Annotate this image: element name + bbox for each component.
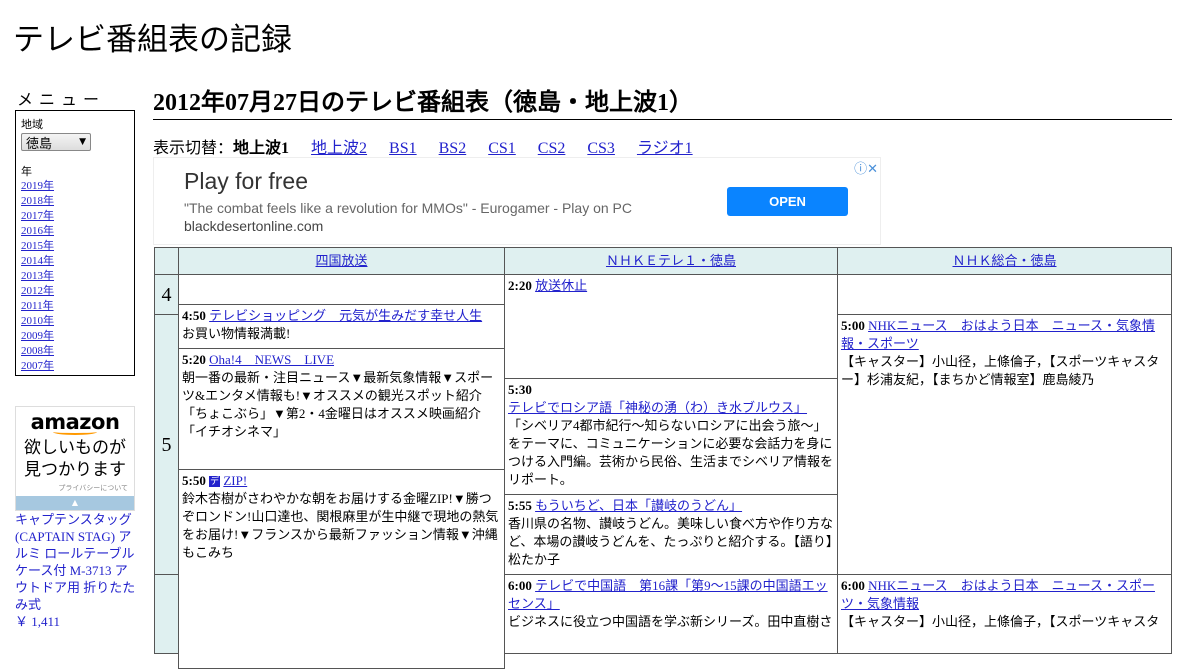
year-link[interactable]: 2016年 — [21, 224, 129, 239]
year-link[interactable]: 2019年 — [21, 179, 129, 194]
program-description: お買い物情報満載! — [182, 326, 291, 341]
channel-header: 四国放送 — [178, 247, 505, 275]
year-link[interactable]: 2014年 — [21, 254, 129, 269]
ad-url[interactable]: blackdesertonline.com — [184, 218, 323, 234]
program-description: 【キャスター】小山径，上條倫子，【スポーツキャスタ — [841, 614, 1160, 629]
year-list: 2019年 2018年 2017年 2016年 2015年 2014年 2013年 2012年… — [21, 179, 129, 374]
channel-link[interactable]: ＮＨＫＥテレ１・徳島 — [606, 253, 736, 268]
corner-cell — [154, 247, 179, 275]
product-price: ￥ 1,411 — [15, 614, 61, 629]
program-time: 5:20 — [182, 352, 206, 367]
switch-link[interactable]: CS3 — [587, 140, 615, 157]
year-link[interactable]: 2013年 — [21, 269, 129, 284]
program-description: 「シベリア4都市紀行～知らないロシアに出会う旅～」をテーマに、コミュニケーション… — [508, 418, 834, 487]
year-link[interactable]: 2009年 — [21, 329, 129, 344]
amazon-catch-1: 欲しいものが — [24, 438, 126, 458]
program-title-link[interactable]: テレビで中国語 第16課「第9～15課の中国語エッセンス」 — [508, 578, 828, 611]
switch-link[interactable]: CS2 — [538, 140, 566, 157]
program-cell: 5:30 テレビでロシア語「神秘の湧（わ）き水ブルウス」「シベリア4都市紀行～知… — [504, 378, 838, 495]
program-time: 2:20 — [508, 278, 532, 293]
ad-headline[interactable]: Play for free — [184, 168, 308, 195]
switch-link[interactable]: CS1 — [488, 140, 516, 157]
amazon-collapse-icon[interactable]: ▲ — [16, 496, 134, 510]
data-broadcast-icon: デ — [209, 476, 221, 487]
switch-link[interactable]: BS2 — [439, 140, 467, 157]
program-title-link[interactable]: NHKニュース おはよう日本 ニュース・スポーツ・気象情報 — [841, 578, 1155, 611]
switch-link[interactable]: BS1 — [389, 140, 417, 157]
channel-header: ＮＨＫＥテレ１・徳島 — [504, 247, 838, 275]
program-time: 5:00 — [841, 318, 865, 333]
program-cell: 5:55 もういちど、日本「讃岐のうどん」香川県の名物、讃岐うどん。美味しい食べ… — [504, 494, 838, 575]
program-cell: 5:20 Oha!4 NEWS LIVE 朝一番の最新・注目ニュース▼最新気象情報… — [178, 348, 505, 470]
menu-box: 地域 徳島 ▼ 年 2019年 2018年 2017年 2016年 2015年 2014年 2… — [15, 110, 135, 376]
empty-slot — [837, 274, 1172, 315]
program-title-link[interactable]: NHKニュース おはよう日本 ニュース・気象情報・スポーツ — [841, 318, 1155, 351]
amazon-catch-2: 見つかります — [24, 460, 126, 480]
switch-link[interactable]: ラジオ1 — [637, 140, 693, 157]
program-cell: 6:00 テレビで中国語 第16課「第9～15課の中国語エッセンス」ビジネスに役… — [504, 574, 838, 654]
hour-cell: 5 — [154, 314, 179, 575]
program-cell: 6:00 NHKニュース おはよう日本 ニュース・スポーツ・気象情報【キャスター… — [837, 574, 1172, 654]
program-time: 6:00 — [841, 578, 865, 593]
site-title: テレビ番組表の記録 — [13, 22, 292, 58]
display-ad[interactable]: Play for free "The combat feels like a r… — [153, 157, 881, 245]
amazon-logo: amazon — [30, 410, 120, 434]
hour-cell — [154, 574, 179, 654]
channel-link[interactable]: 四国放送 — [315, 253, 367, 268]
program-cell: 4:50 テレビショッピング 元気が生みだす幸せ人生お買い物情報満載! — [178, 304, 505, 349]
program-time: 5:50 — [182, 473, 206, 488]
year-link[interactable]: 2012年 — [21, 284, 129, 299]
program-description: ビジネスに役立つ中国語を学ぶ新シリーズ。田中直樹さ — [508, 614, 833, 629]
channel-link[interactable]: ＮＨＫ総合・徳島 — [952, 253, 1056, 268]
program-title-link[interactable]: もういちど、日本「讃岐のうどん」 — [535, 498, 742, 513]
empty-slot — [178, 274, 505, 305]
program-title-link[interactable]: テレビショッピング 元気が生みだす幸せ人生 — [209, 308, 482, 323]
hour-cell: 4 — [154, 274, 179, 315]
year-link[interactable]: 2017年 — [21, 209, 129, 224]
year-link[interactable]: 2018年 — [21, 194, 129, 209]
program-time: 5:30 — [508, 382, 532, 397]
year-link[interactable]: 2007年 — [21, 359, 129, 374]
program-time: 6:00 — [508, 578, 532, 593]
switcher-current: 地上波1 — [233, 140, 290, 157]
amazon-product[interactable]: キャプテンスタッグ(CAPTAIN STAG) アルミ ロールテーブル ケース付… — [15, 511, 137, 630]
program-description: 【キャスター】小山径，上條倫子，【スポーツキャスター】杉浦友紀，【まちかど情報室… — [841, 354, 1160, 387]
switch-link[interactable]: 地上波2 — [311, 140, 367, 157]
amazon-ad[interactable]: amazon 欲しいものが 見つかります プライバシーについて ▲ — [15, 406, 135, 511]
program-title-link[interactable]: Oha!4 NEWS LIVE — [209, 352, 334, 367]
menu-label: メニュー — [17, 90, 106, 109]
year-link[interactable]: 2008年 — [21, 344, 129, 359]
program-title-link[interactable]: 放送休止 — [535, 278, 587, 293]
program-description: 朝一番の最新・注目ニュース▼最新気象情報▼スポーツ&エンタメ情報も!▼オススメの… — [182, 370, 494, 439]
ad-description: "The combat feels like a revolution for … — [184, 200, 632, 216]
program-description: 香川県の名物、讃岐うどん。美味しい食べ方や作り方など、本場の讃岐うどんを、たっぷ… — [508, 516, 834, 567]
channel-header: ＮＨＫ総合・徳島 — [837, 247, 1172, 275]
program-cell: 2:20 放送休止 — [504, 274, 838, 379]
year-link[interactable]: 2010年 — [21, 314, 129, 329]
amazon-privacy-link[interactable]: プライバシーについて — [16, 483, 134, 493]
dropdown-arrow-icon: ▼ — [79, 137, 86, 147]
region-select[interactable]: 徳島 ▼ — [21, 133, 91, 152]
product-name[interactable]: キャプテンスタッグ(CAPTAIN STAG) アルミ ロールテーブル ケース付… — [15, 511, 137, 613]
channel-switcher: 表示切替：地上波1 地上波2 BS1 BS2 CS1 CS2 CS3 ラジオ1 — [153, 134, 715, 158]
year-link[interactable]: 2015年 — [21, 239, 129, 254]
program-description: 鈴木杏樹がさわやかな朝をお届けする金曜ZIP!▼勝つぞロンドン!山口達也、関根麻… — [182, 491, 499, 560]
region-value: 徳島 — [26, 136, 53, 152]
program-cell: 5:50 デ ZIP! 鈴木杏樹がさわやかな朝をお届けする金曜ZIP!▼勝つぞロン… — [178, 469, 505, 669]
year-link[interactable]: 2011年 — [21, 299, 129, 314]
region-label: 地域 — [21, 118, 43, 131]
ad-info-close-icon[interactable]: ⓘ✕ — [854, 158, 878, 177]
program-cell: 5:00 NHKニュース おはよう日本 ニュース・気象情報・スポーツ 【キャスター… — [837, 314, 1172, 575]
program-title-link[interactable]: ZIP! — [223, 473, 247, 488]
year-label: 年 — [21, 165, 32, 178]
page-heading: 2012年07月27日のテレビ番組表（徳島・地上波1） — [153, 82, 1172, 120]
switcher-label: 表示切替： — [153, 140, 234, 157]
program-title-link[interactable]: テレビでロシア語「神秘の湧（わ）き水ブルウス」 — [508, 400, 807, 415]
program-time: 5:55 — [508, 498, 532, 513]
program-time: 4:50 — [182, 308, 206, 323]
ad-open-button[interactable]: OPEN — [727, 187, 848, 216]
